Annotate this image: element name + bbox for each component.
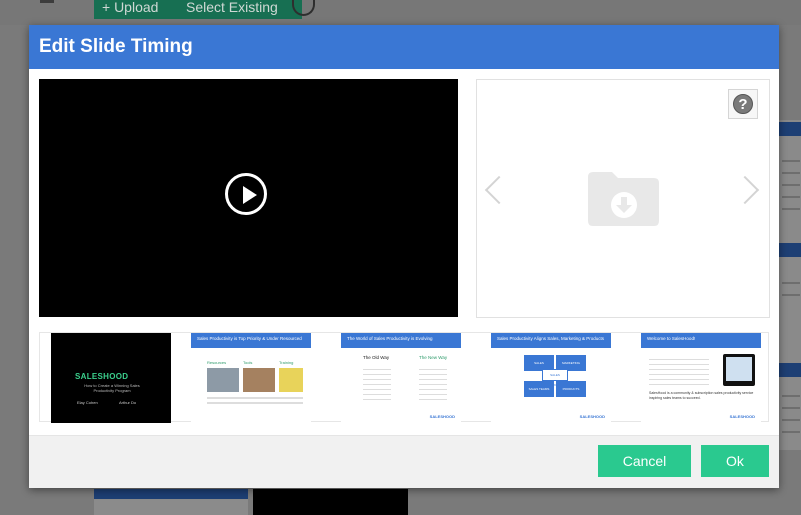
background-right-line-2 <box>782 172 800 174</box>
background-right-line-7 <box>782 294 800 296</box>
slide-header-text: The World of Sales Productivity is Evolv… <box>347 336 433 341</box>
slide-preview-panel: ? <box>476 79 770 318</box>
background-right-blue-2 <box>779 243 801 257</box>
slide-footer-logo: SALESHOOD <box>579 414 605 419</box>
help-icon: ? <box>733 94 753 114</box>
background-right-strip <box>779 120 801 450</box>
slide-thumbnail[interactable]: Welcome to SalesHood! SalesHood is a com… <box>641 333 761 423</box>
video-player[interactable] <box>39 79 458 317</box>
slide-header-text: Sales Productivity Aligns Sales, Marketi… <box>497 336 605 341</box>
background-right-line-1 <box>782 160 800 162</box>
background-bottom-panel <box>94 499 248 515</box>
slide-header-bar: Welcome to SalesHood! <box>641 333 761 348</box>
slide-column-label: Tools <box>243 360 253 365</box>
slide-thumbnail[interactable]: The World of Sales Productivity is Evolv… <box>341 333 461 423</box>
background-right-blue-1 <box>779 122 801 136</box>
slide-header-bar: Sales Productivity Aligns Sales, Marketi… <box>491 333 611 348</box>
slide-list <box>419 365 447 403</box>
background-right-line-9 <box>782 407 800 409</box>
slide-header-text: Sales Productivity is Top Priority & Und… <box>197 336 302 341</box>
background-right-line-6 <box>782 282 800 284</box>
background-upload-button: + Upload <box>94 0 188 19</box>
slide-header-text: Welcome to SalesHood! <box>647 336 696 341</box>
slide-heading: The Old Way <box>363 355 390 360</box>
slide-tablet-image <box>723 354 755 386</box>
slide-heading: The New Way <box>419 355 448 360</box>
slide-tablet-screen <box>726 357 752 381</box>
background-right-blue-3 <box>779 363 801 377</box>
slide-list <box>649 355 709 387</box>
background-right-line-4 <box>782 196 800 198</box>
slide-column-label: Resources <box>207 360 227 365</box>
slide-text-line <box>207 397 303 399</box>
folder-download-icon <box>588 172 659 226</box>
slide-thumbnail[interactable]: Sales Productivity is Top Priority & Und… <box>191 333 311 423</box>
slide-diagram-box: SALES TEAMS <box>524 381 554 397</box>
play-triangle <box>243 186 257 204</box>
slide-header-bar: The World of Sales Productivity is Evolv… <box>341 333 461 348</box>
slide-list <box>363 365 391 403</box>
background-right-line-8 <box>782 395 800 397</box>
background-select-existing-button: Select Existing <box>178 0 302 19</box>
slide-column-label: Training <box>279 360 294 365</box>
slide-thumbnail-strip: SALESHOOD How to Create a Winning Sales … <box>39 332 769 423</box>
help-button[interactable]: ? <box>728 89 758 119</box>
background-right-line-11 <box>782 431 800 433</box>
slide-presenter: Arthur Do <box>119 400 137 405</box>
next-slide-icon[interactable] <box>730 175 760 205</box>
cancel-button[interactable]: Cancel <box>598 445 691 477</box>
slide-diagram-box: SALES PRODUCTIVITY <box>542 369 568 387</box>
play-icon[interactable] <box>225 173 267 215</box>
background-right-line-3 <box>782 184 800 186</box>
slide-image <box>279 368 303 392</box>
slide-footer-logo: SALESHOOD <box>429 414 455 419</box>
previous-slide-icon[interactable] <box>484 175 514 205</box>
slide-logo: SALESHOOD <box>75 372 129 381</box>
slide-diagram-box: PRODUCTS <box>556 381 586 397</box>
slide-footer-logo: SALESHOOD <box>729 414 755 419</box>
ok-button[interactable]: Ok <box>701 445 769 477</box>
edit-slide-timing-modal: Edit Slide Timing ? SALESHOOD How to Cre… <box>29 25 779 488</box>
slide-subtitle: How to Create a Winning Sales Productivi… <box>84 383 140 393</box>
background-right-line-5 <box>782 208 800 210</box>
background-bottom-video <box>253 489 408 515</box>
modal-header: Edit Slide Timing <box>29 25 779 69</box>
slide-image <box>207 368 239 392</box>
background-line <box>40 0 54 3</box>
slide-presenter: Elay Cohen <box>77 400 98 405</box>
slide-image <box>243 368 275 392</box>
slide-tagline: SalesHood is a community & subscription … <box>649 391 754 400</box>
slide-header-bar: Sales Productivity is Top Priority & Und… <box>191 333 311 348</box>
background-bottom-blue <box>94 489 248 499</box>
slide-thumbnail[interactable]: SALESHOOD How to Create a Winning Sales … <box>51 333 171 423</box>
modal-title: Edit Slide Timing <box>39 36 193 57</box>
background-right-line-10 <box>782 419 800 421</box>
slide-thumbnail[interactable]: Sales Productivity Aligns Sales, Marketi… <box>491 333 611 423</box>
slide-text-line <box>207 402 303 404</box>
